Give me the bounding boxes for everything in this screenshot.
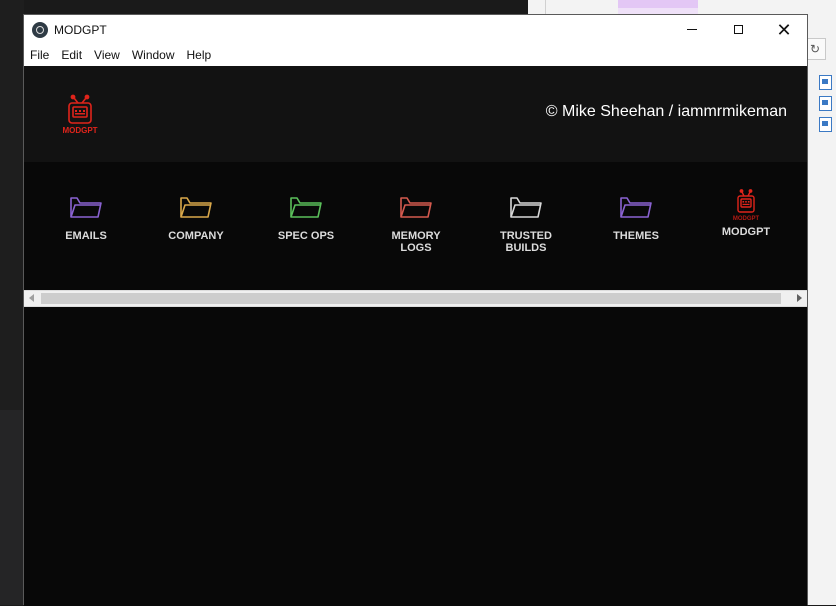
window-title: MODGPT [54,22,107,37]
folder-company[interactable]: COMPANY [156,192,236,242]
main-content-area [24,307,807,606]
background-editor-area [0,0,24,410]
folder-label: TRUSTED BUILDS [500,230,552,254]
folder-trusted-builds[interactable]: TRUSTED BUILDS [486,192,566,254]
maximize-icon [733,25,743,34]
title-bar[interactable]: MODGPT ✕ [24,15,807,44]
folder-row: EMAILS COMPANY SPEC OPS MEMORY LOGS TRUS… [24,162,807,290]
robot-icon-text: MODGPT [733,216,760,222]
horizontal-scrollbar[interactable] [24,290,807,307]
folder-themes[interactable]: THEMES [596,192,676,242]
maximize-button[interactable] [715,15,761,44]
folder-memory-logs[interactable]: MEMORY LOGS [376,192,456,254]
file-icon[interactable] [819,96,832,111]
scrollbar-thumb[interactable] [41,293,781,304]
minimize-icon [687,29,697,30]
menu-window[interactable]: Window [126,48,181,62]
folder-icon [400,197,432,218]
folder-label: SPEC OPS [277,230,335,242]
folder-label: EMAILS [65,230,107,242]
background-tab-highlight [618,0,698,8]
folder-label: COMPANY [168,230,224,242]
folder-spec-ops[interactable]: SPEC OPS [266,192,346,242]
close-button[interactable]: ✕ [761,15,807,44]
folder-icon [180,197,212,218]
folder-icon [620,197,652,218]
folder-icon [70,197,102,218]
menu-file[interactable]: File [24,48,55,62]
background-strip [24,0,529,15]
app-icon [32,21,48,38]
modgpt-logo[interactable]: MODGPT [57,92,103,136]
background-panel [0,410,24,605]
menu-edit[interactable]: Edit [55,48,88,62]
scroll-right-icon[interactable] [797,294,802,302]
file-icon[interactable] [819,75,832,90]
robot-icon: MODGPT [733,189,760,222]
menu-bar: File Edit View Window Help [24,44,807,66]
folder-label: THEMES [613,230,659,242]
logo-text: MODGPT [62,126,97,135]
scroll-left-icon[interactable] [29,294,34,302]
folder-icon [290,197,322,218]
folder-emails[interactable]: EMAILS [46,192,126,242]
menu-help[interactable]: Help [181,48,218,62]
app-header: MODGPT © Mike Sheehan / iammrmikeman [24,66,807,162]
minimize-button[interactable] [669,15,715,44]
copyright-text: © Mike Sheehan / iammrmikeman [545,103,787,120]
folder-icon [510,197,542,218]
file-icon[interactable] [819,117,832,132]
folder-label: MODGPT [721,226,771,238]
menu-view[interactable]: View [88,48,126,62]
folder-modgpt[interactable]: MODGPT MODGPT [706,189,786,238]
close-icon: ✕ [776,19,792,40]
window-controls: ✕ [669,15,807,44]
app-window: MODGPT ✕ File Edit View Window Help MODG… [23,14,808,606]
folder-label: MEMORY LOGS [391,230,441,254]
